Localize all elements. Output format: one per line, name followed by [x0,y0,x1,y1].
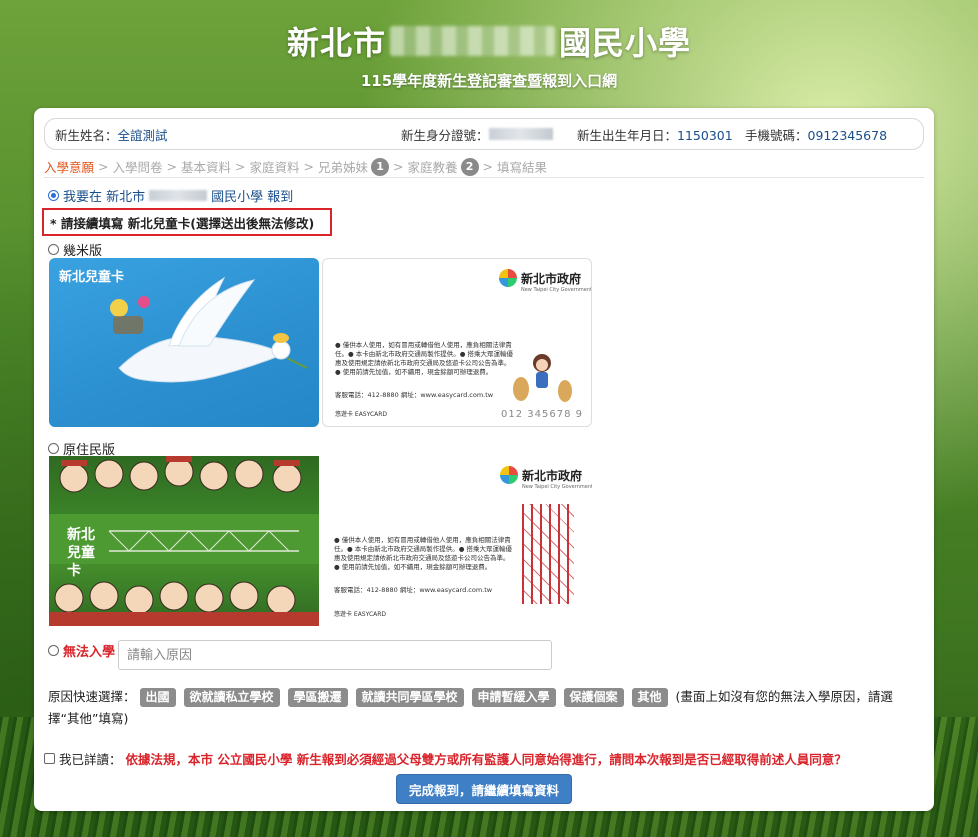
refuse-option[interactable]: 無法入學 [48,641,115,660]
reason-tag-abroad[interactable]: 出國 [139,688,176,707]
card-b-front-image[interactable]: 新北兒童卡 [49,456,319,626]
redacted-id [488,128,553,140]
reason-tag-deferral[interactable]: 申請暫緩入學 [471,688,556,707]
redacted-school-name [390,26,555,56]
dove-illustration [110,276,308,383]
refuse-radio[interactable] [48,645,59,656]
easycard-logo: 悠遊卡 EASYCARD [334,611,387,618]
reason-tag-protection-case[interactable]: 保護個案 [563,688,624,707]
student-phone: 手機號碼：0912345678 [745,127,888,143]
card-b-radio[interactable] [48,443,59,454]
gov-logo-icon [499,466,518,484]
student-name-value: 全誼測試 [117,127,168,143]
step-questionnaire[interactable]: 入學問卷 [113,157,163,176]
step-enroll-intent[interactable]: 入學意願 [44,157,94,176]
reason-tag-other[interactable]: 其他 [631,688,668,707]
submit-button[interactable]: 完成報到，請繼續填寫資料 [396,774,572,804]
title-suffix: 國民小學 [559,24,692,62]
easycard-logo: 悠遊卡 EASYCARD [335,411,388,418]
card-a-back-image[interactable]: 新北市政府 New Taipei City Government ● 僅供本人使… [322,258,592,427]
gov-logo-icon [498,269,517,287]
site-subtitle: 115學年度新生登記審查暨報到入口網 [360,72,618,90]
site-title: 新北市 國民小學 [0,18,978,64]
student-info-bar: 新生姓名：全誼測試 新生身分證號： 新生出生年月日：1150301 手機號碼：0… [44,118,924,150]
reason-tag-relocation[interactable]: 學區搬遷 [287,688,348,707]
site-header: 新北市 國民小學 115學年度新生登記審查暨報到入口網 [0,0,978,91]
card-a-radio[interactable] [48,244,59,255]
card-option-a[interactable]: 幾米版 [48,240,102,259]
enroll-radio[interactable] [48,190,59,201]
step-family-education[interactable]: 家庭教養 [408,157,458,176]
main-panel: 新生姓名：全誼測試 新生身分證號： 新生出生年月日：1150301 手機號碼：0… [34,108,934,811]
card-number: 012 345678 9 [501,409,583,420]
step-siblings[interactable]: 兄弟姊妹 [318,157,368,176]
card-b-back-image[interactable]: 新北市政府 New Taipei City Government ● 僅供本人使… [322,456,592,626]
refuse-reason-input[interactable] [118,640,552,670]
step-basic-info[interactable]: 基本資料 [181,157,231,176]
geometric-pattern [522,504,574,604]
enroll-option[interactable]: 我要在 新北市 國民小學 報到 [48,186,293,205]
reason-tag-private-school[interactable]: 欲就讀私立學校 [183,688,280,707]
gov-logo-b: 新北市政府 New Taipei City Government [499,466,592,490]
progress-steps: 入學意願 > 入學問卷 > 基本資料 > 家庭資料 > 兄弟姊妹 1 > 家庭教… [44,156,924,178]
agreement: 我已詳讀： 依據法規，本市 公立國民小學 新生報到必須經過父母雙方或所有監護人同… [44,749,924,768]
student-name: 新生姓名：全誼測試 [55,127,168,143]
agreement-note: 依據法規，本市 公立國民小學 新生報到必須經過父母雙方或所有監護人同意始得進行，… [125,752,847,767]
agreement-checkbox[interactable] [44,753,55,764]
card-a-front-image[interactable]: 新北兒童卡 [49,258,319,427]
title-prefix: 新北市 [286,24,386,62]
student-id: 新生身分證號： [401,125,553,144]
step-family-info[interactable]: 家庭資料 [250,157,300,176]
redacted-school [149,190,208,201]
girl-rabbit-illustration [513,354,572,402]
family-education-badge: 2 [460,157,479,176]
gov-logo: 新北市政府 New Taipei City Government [498,269,591,293]
reason-tag-shared-district[interactable]: 就讀共同學區學校 [355,688,464,707]
step-result[interactable]: 填寫結果 [497,157,547,176]
card-notice: * 請接續填寫 新北兒童卡(選擇送出後無法修改) [42,208,332,236]
student-birthdate: 新生出生年月日：1150301 [577,127,733,143]
quick-reasons: 原因快速選擇： 出國 欲就讀私立學校 學區搬遷 就讀共同學區學校 申請暫緩入學 … [48,688,893,726]
siblings-count-badge: 1 [371,157,390,176]
